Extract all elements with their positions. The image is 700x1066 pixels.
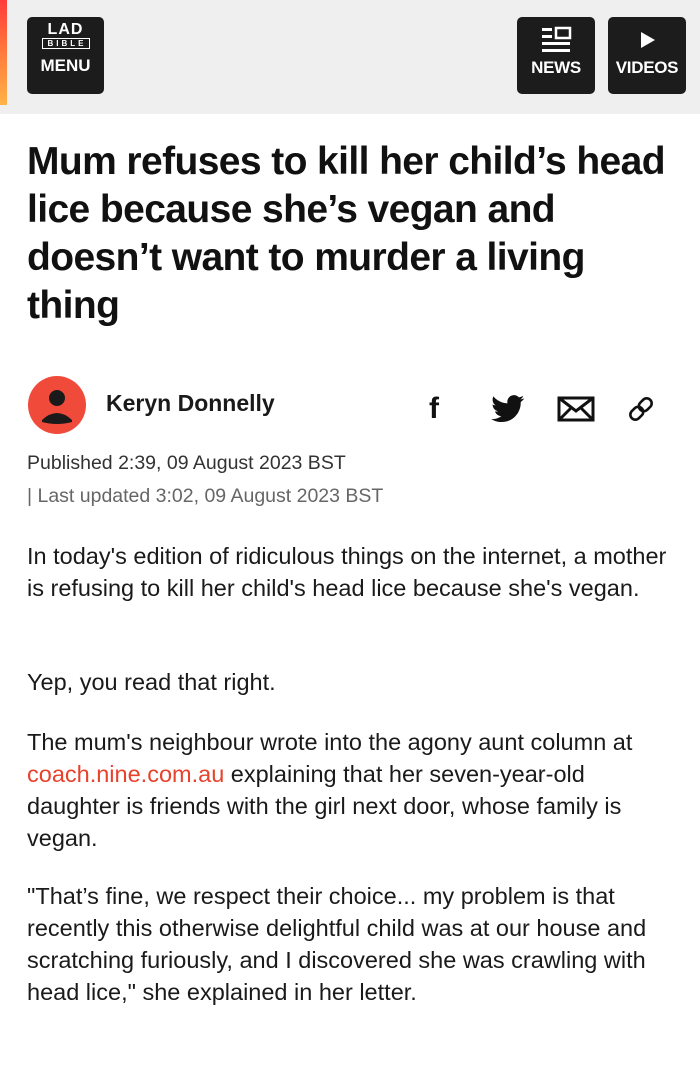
menu-label: MENU	[40, 56, 91, 75]
facebook-icon[interactable]: f	[420, 392, 448, 426]
email-icon[interactable]	[555, 392, 597, 426]
updated-date: | Last updated 3:02, 09 August 2023 BST	[27, 485, 384, 507]
videos-label: VIDEOS	[615, 58, 679, 77]
paragraph-3-start: The mum's neighbour wrote into the agony…	[27, 729, 633, 755]
paragraph-4: "That’s fine, we respect their choice...…	[27, 883, 647, 1005]
logo-lad-text: LAD	[47, 21, 84, 38]
paragraph-3: The mum's neighbour wrote into the agony…	[27, 726, 677, 854]
published-date: Published 2:39, 09 August 2023 BST	[27, 452, 346, 474]
play-icon	[637, 26, 657, 54]
accent-strip	[0, 0, 7, 105]
source-link[interactable]: coach.nine.com.au	[27, 761, 224, 787]
top-nav-bar	[0, 0, 700, 114]
paragraph-1: In today's edition of ridiculous things …	[27, 543, 667, 601]
logo-bible-text: BIBLE	[41, 38, 90, 49]
article-headline: Mum refuses to kill her child’s head lic…	[27, 140, 666, 327]
paragraph-2: Yep, you read that right.	[27, 669, 276, 695]
link-icon[interactable]	[623, 392, 659, 426]
author-name[interactable]: Keryn Donnelly	[106, 390, 275, 417]
news-label: NEWS	[531, 58, 581, 77]
videos-button[interactable]: VIDEOS	[608, 17, 686, 94]
menu-button[interactable]: LAD BIBLE MENU	[27, 17, 104, 94]
twitter-icon[interactable]	[488, 392, 528, 426]
news-icon	[539, 26, 573, 54]
news-button[interactable]: NEWS	[517, 17, 595, 94]
person-icon	[42, 390, 72, 424]
author-avatar[interactable]	[28, 376, 86, 434]
